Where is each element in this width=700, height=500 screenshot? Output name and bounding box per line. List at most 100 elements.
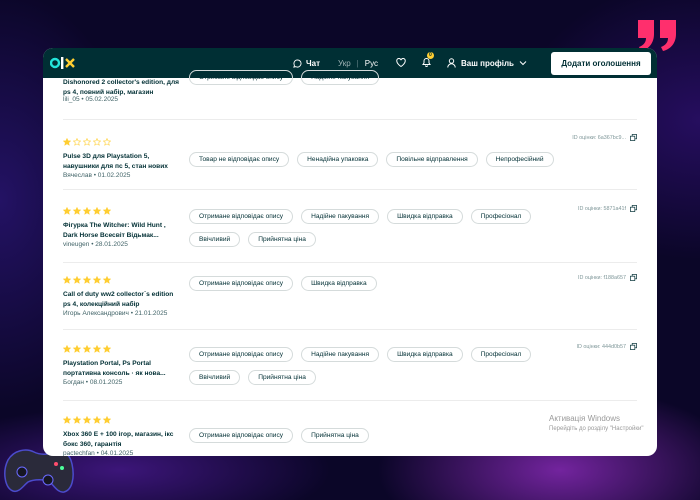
copy-icon[interactable] <box>630 205 637 212</box>
star-filled-icon <box>73 276 81 284</box>
star-filled-icon <box>73 416 81 424</box>
review-row: Pulse 3D для Playstation 5, навушники дл… <box>63 130 637 190</box>
review-item-title[interactable]: Фігурка The Witcher: Wild Hunt , Dark Ho… <box>63 221 181 241</box>
heart-icon <box>396 57 406 67</box>
chat-link[interactable]: Чат <box>293 59 320 68</box>
star-filled-icon <box>83 207 91 215</box>
star-filled-icon <box>103 345 111 353</box>
review-tag-chip: Професіонал <box>470 209 532 224</box>
activation-line-2: Перейдіть до розділу "Настройки" <box>549 426 644 432</box>
lang-ukr[interactable]: Укр <box>338 59 351 68</box>
browser-window: Чат Укр | Рус 0 Ваш профіль Додати оголо… <box>43 48 657 456</box>
star-filled-icon <box>63 345 71 353</box>
star-filled-icon <box>93 207 101 215</box>
review-tag-chip: Повільне відправлення <box>386 152 478 167</box>
review-author-date: pactechfan • 04.01.2025 <box>63 450 134 456</box>
copy-icon[interactable] <box>630 343 637 350</box>
star-filled-icon <box>103 276 111 284</box>
review-tag-chip: Надійне пакування <box>301 347 380 362</box>
star-rating <box>63 276 111 284</box>
review-author-date: Игорь Александрович • 21.01.2025 <box>63 310 168 317</box>
favorites-button[interactable] <box>396 57 406 69</box>
language-switcher: Укр | Рус <box>338 59 378 68</box>
review-tag-chip: Ввічливий <box>189 232 241 247</box>
star-empty-icon <box>73 138 81 146</box>
reviews-list: Dishonored 2 collector's edition, для ps… <box>43 70 657 456</box>
review-item-title[interactable]: Dishonored 2 collector's edition, для ps… <box>63 78 181 98</box>
review-tag-chip: Товар не відповідає опису <box>189 152 290 167</box>
review-tags: Товар не відповідає опису Ненадійна упако… <box>189 152 579 167</box>
review-tag-chip: Ввічливий <box>189 370 241 385</box>
review-tags: Отримане відповідає опису Надійне пакуван… <box>189 347 579 385</box>
review-tag-chip: Прийнятна ціна <box>248 232 316 247</box>
review-tag-chip: Швидка відправка <box>387 209 463 224</box>
review-tag-chip: Надійне пакування <box>301 70 380 85</box>
review-tag-chip: Професіонал <box>470 347 532 362</box>
review-item-title[interactable]: Playstation Portal, Ps Portal портативна… <box>63 359 181 379</box>
review-tags: Отримане відповідає опису Швидка відправк… <box>189 276 579 291</box>
review-item-title[interactable]: Pulse 3D для Playstation 5, навушники дл… <box>63 152 181 172</box>
review-item-title[interactable]: Call of duty ww2 collector`s edition ps … <box>63 290 181 310</box>
review-tag-chip: Отримане відповідає опису <box>189 347 294 362</box>
review-author-date: vineugen • 28.01.2025 <box>63 241 128 248</box>
star-filled-icon <box>103 207 111 215</box>
user-icon <box>447 58 456 68</box>
star-filled-icon <box>83 345 91 353</box>
review-id: ID оцінки: 5871a41f <box>578 205 637 212</box>
review-tag-chip: Отримане відповідає опису <box>189 209 294 224</box>
profile-label: Ваш профіль <box>461 58 514 68</box>
copy-icon[interactable] <box>630 134 637 141</box>
review-author-date: lili_05 • 05.02.2025 <box>63 96 119 103</box>
review-id-text: ID оцінки: f188a657 <box>578 274 626 281</box>
review-item-title[interactable]: Xbox 360 E + 100 ігор, магазин, ікс бокс… <box>63 430 181 450</box>
star-filled-icon <box>93 276 101 284</box>
review-tag-chip: Отримане відповідає опису <box>189 276 294 291</box>
star-filled-icon <box>73 207 81 215</box>
star-filled-icon <box>93 345 101 353</box>
review-tag-chip: Прийнятна ціна <box>248 370 316 385</box>
star-rating <box>63 207 111 215</box>
review-row: Фігурка The Witcher: Wild Hunt , Dark Ho… <box>63 201 637 263</box>
star-empty-icon <box>93 138 101 146</box>
notification-badge: 0 <box>427 52 434 59</box>
profile-menu[interactable]: Ваш профіль <box>447 58 527 68</box>
review-tag-chip: Надійне пакування <box>301 209 380 224</box>
review-tag-chip: Непрофесійний <box>485 152 554 167</box>
review-row: Playstation Portal, Ps Portal портативна… <box>63 339 637 401</box>
windows-activation-watermark: Активація Windows Перейдіть до розділу "… <box>549 414 643 434</box>
star-empty-icon <box>83 138 91 146</box>
review-row: Call of duty ww2 collector`s edition ps … <box>63 270 637 330</box>
review-id-text: ID оцінки: 5871a41f <box>578 205 626 212</box>
review-tag-chip: Ненадійна упаковка <box>297 152 379 167</box>
star-empty-icon <box>103 138 111 146</box>
star-filled-icon <box>63 138 71 146</box>
star-filled-icon <box>73 345 81 353</box>
chevron-down-icon <box>519 61 527 66</box>
star-filled-icon <box>103 416 111 424</box>
review-tags: Отримане відповідає опису Прийнятна ціна <box>189 428 579 443</box>
star-rating <box>63 138 111 146</box>
copy-icon[interactable] <box>630 274 637 281</box>
review-tags: Отримане відповідає опису Надійне пакуван… <box>189 209 579 247</box>
chat-bubble-icon <box>293 58 302 68</box>
quote-mark-icon <box>638 20 676 51</box>
olx-logo-icon <box>50 57 75 69</box>
review-tag-chip: Отримане відповідає опису <box>189 70 294 85</box>
star-filled-icon <box>83 276 91 284</box>
star-filled-icon <box>63 207 71 215</box>
star-filled-icon <box>63 276 71 284</box>
review-tags: Отримане відповідає опису Надійне пакуван… <box>189 70 579 85</box>
review-id: ID оцінки: 444d0b57 <box>577 343 638 350</box>
review-id-text: ID оцінки: 6a367bc9... <box>572 134 626 141</box>
review-tag-chip: Швидка відправка <box>301 276 377 291</box>
review-id-text: ID оцінки: 444d0b57 <box>576 343 627 350</box>
activation-line-1: Активація Windows <box>549 414 621 423</box>
review-row: Dishonored 2 collector's edition, для ps… <box>63 70 637 120</box>
review-tag-chip: Прийнятна ціна <box>301 428 369 443</box>
chat-label: Чат <box>306 58 320 68</box>
lang-rus[interactable]: Рус <box>365 59 378 68</box>
review-author-date: Богдан • 08.01.2025 <box>63 379 123 386</box>
star-rating <box>63 345 111 353</box>
star-rating <box>63 416 111 424</box>
notifications-button[interactable]: 0 <box>422 52 434 69</box>
